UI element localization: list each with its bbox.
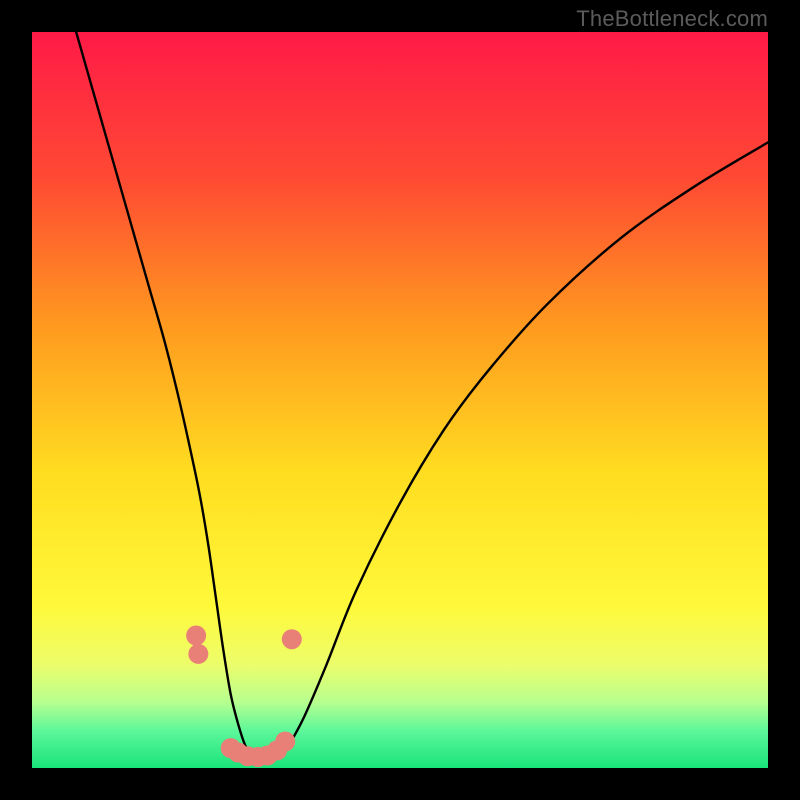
plot-area (32, 32, 768, 768)
highlight-dot (275, 732, 295, 752)
highlight-dot (282, 629, 302, 649)
bottleneck-chart (32, 32, 768, 768)
highlight-dot (186, 626, 206, 646)
watermark-text: TheBottleneck.com (576, 6, 768, 32)
highlight-dot (188, 644, 208, 664)
chart-frame: TheBottleneck.com (0, 0, 800, 800)
gradient-background (32, 32, 768, 768)
